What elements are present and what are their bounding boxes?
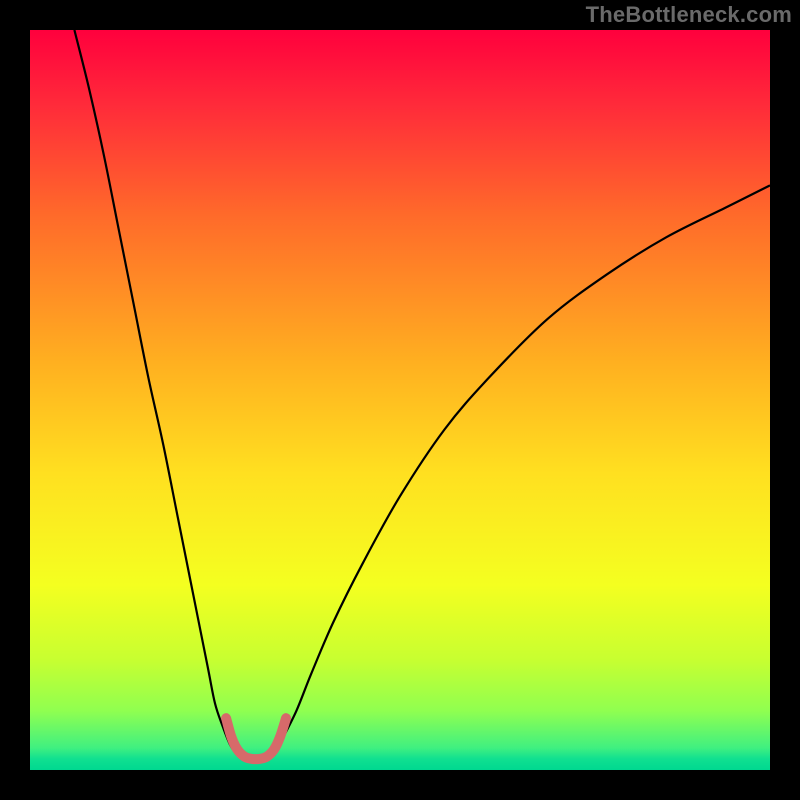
watermark-text: TheBottleneck.com xyxy=(586,2,792,28)
plot-area xyxy=(30,30,770,770)
series-trough-marker xyxy=(226,718,286,759)
chart-frame: TheBottleneck.com xyxy=(0,0,800,800)
series-right-branch xyxy=(274,185,770,755)
curve-layer xyxy=(30,30,770,770)
series-left-branch xyxy=(74,30,237,755)
